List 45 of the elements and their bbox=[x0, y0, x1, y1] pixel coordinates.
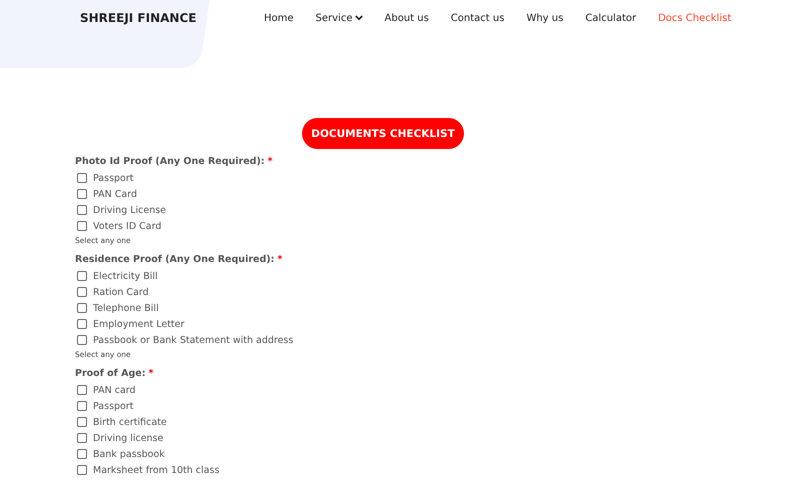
checkbox-label[interactable]: Ration Card bbox=[93, 286, 149, 298]
checkbox[interactable] bbox=[77, 271, 87, 281]
checkbox-label[interactable]: Driving license bbox=[93, 432, 164, 444]
checkbox-label[interactable]: PAN Card bbox=[93, 188, 137, 200]
checkbox[interactable] bbox=[77, 401, 87, 411]
checkbox[interactable] bbox=[77, 173, 87, 183]
checkbox[interactable] bbox=[77, 319, 87, 329]
section-label: Photo Id Proof (Any One Required): bbox=[75, 155, 265, 169]
documents-checklist-button[interactable]: DOCUMENTS CHECKLIST bbox=[302, 118, 464, 149]
nav-link[interactable]: Why us bbox=[526, 12, 564, 24]
nav-link[interactable]: Calculator bbox=[585, 12, 636, 24]
checkbox-label[interactable]: Voters ID Card bbox=[93, 220, 162, 232]
nav-link[interactable]: Docs Checklist bbox=[658, 12, 732, 24]
checkbox-label[interactable]: Passport bbox=[93, 400, 134, 412]
brand-logo-text[interactable]: SHREEJI FINANCE bbox=[80, 11, 250, 25]
required-mark: * bbox=[277, 253, 282, 267]
nav-link[interactable]: Contact us bbox=[450, 12, 504, 24]
checkbox[interactable] bbox=[77, 465, 87, 475]
checkbox[interactable] bbox=[77, 189, 87, 199]
checkbox[interactable] bbox=[77, 449, 87, 459]
checkbox-label[interactable]: Telephone Bill bbox=[93, 302, 159, 314]
checkbox[interactable] bbox=[77, 433, 87, 443]
section-label: Residence Proof (Any One Required): bbox=[75, 253, 274, 267]
required-mark: * bbox=[268, 155, 273, 169]
nav-link[interactable]: About us bbox=[384, 12, 429, 24]
checkbox[interactable] bbox=[77, 221, 87, 231]
checkbox-label[interactable]: Passport bbox=[93, 172, 134, 184]
checkbox[interactable] bbox=[77, 335, 87, 345]
checkbox-label[interactable]: Driving License bbox=[93, 204, 166, 216]
checkbox-label[interactable]: PAN card bbox=[93, 384, 136, 396]
required-mark: * bbox=[148, 367, 154, 381]
checkbox[interactable] bbox=[77, 385, 87, 395]
section-label: Proof of Age: bbox=[75, 367, 146, 381]
checkbox-label[interactable]: Electricity Bill bbox=[93, 270, 158, 282]
checkbox[interactable] bbox=[77, 417, 87, 427]
checkbox[interactable] bbox=[77, 287, 87, 297]
nav-link[interactable]: Home bbox=[264, 12, 294, 24]
checkbox-label[interactable]: Marksheet from 10th class bbox=[93, 464, 220, 476]
nav-link[interactable]: Service bbox=[316, 12, 362, 24]
checkbox[interactable] bbox=[77, 303, 87, 313]
checkbox-label[interactable]: Passbook or Bank Statement with address bbox=[93, 334, 294, 346]
checkbox[interactable] bbox=[77, 205, 87, 215]
checkbox-label[interactable]: Bank passbook bbox=[93, 448, 165, 460]
checkbox-label[interactable]: Birth certificate bbox=[93, 416, 167, 428]
checkbox-label[interactable]: Employment Letter bbox=[93, 318, 184, 330]
